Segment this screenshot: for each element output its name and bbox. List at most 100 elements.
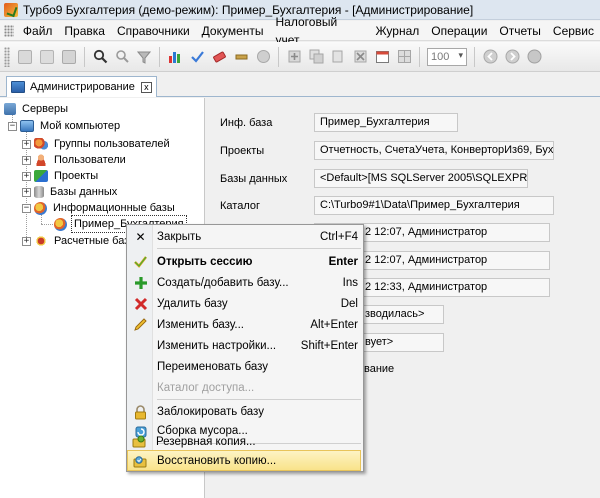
toolbar-filter-button[interactable] <box>135 48 153 66</box>
menu-item-label: Изменить настройки... <box>157 339 277 352</box>
tree-node-label: Серверы <box>22 103 69 115</box>
tree-node-label: Базы данных <box>50 186 118 198</box>
toolbar-search-next-button[interactable] <box>113 48 131 66</box>
tree-node-servers[interactable]: Серверы <box>4 101 70 117</box>
tree-node-databases[interactable]: + Базы данных <box>22 184 119 200</box>
delete-icon <box>133 296 148 311</box>
toolbar-refresh-button[interactable] <box>525 48 543 66</box>
infobase-label: Инф. база <box>220 117 273 129</box>
menu-file[interactable]: Файл <box>17 22 59 40</box>
toolbar-eraser-button[interactable] <box>210 48 228 66</box>
menu-edit[interactable]: Правка <box>58 22 111 40</box>
menu-item-create-base[interactable]: Создать/добавить базу... Ins <box>128 272 362 293</box>
menu-item-rename-base[interactable]: Переименовать базу <box>128 356 362 377</box>
toolbar-add-button[interactable] <box>285 48 303 66</box>
menu-item-label: Переименовать базу <box>157 360 268 373</box>
grid-icon <box>397 50 411 63</box>
calendar-icon <box>375 51 389 63</box>
servers-icon <box>4 103 16 115</box>
copy-icon <box>332 50 342 63</box>
menu-documents[interactable]: Документы <box>196 22 270 40</box>
menu-item-backup[interactable]: Резервная копия... <box>127 431 361 452</box>
toolbar-forward-button[interactable] <box>503 48 521 66</box>
toolbar-back-button[interactable] <box>481 48 499 66</box>
paste-icon <box>62 49 76 64</box>
tree-node-my-computer[interactable]: − Мой компьютер <box>8 118 122 134</box>
menu-operations[interactable]: Операции <box>425 22 493 40</box>
tree-node-infobases[interactable]: − Информационные базы <box>22 200 177 216</box>
toolbar-grip-icon[interactable] <box>4 46 10 67</box>
user-groups-icon <box>34 138 48 150</box>
search-icon <box>93 49 107 64</box>
menu-item-edit-base[interactable]: Изменить базу... Alt+Enter <box>128 314 362 335</box>
menu-item-edit-settings[interactable]: Изменить настройки... Shift+Enter <box>128 335 362 356</box>
tree-node-user-groups[interactable]: + Группы пользователей <box>22 136 172 152</box>
menu-separator <box>157 248 361 249</box>
toolbar-check-button[interactable] <box>188 48 206 66</box>
toolbar-new-button[interactable] <box>16 48 34 66</box>
menu-item-label: Восстановить копию... <box>157 454 277 467</box>
refresh-icon <box>527 49 541 64</box>
duplicate-icon <box>309 49 323 64</box>
menu-item-close[interactable]: ✕ Закрыть Ctrl+F4 <box>128 226 362 247</box>
menu-item-open-session[interactable]: Открыть сессию Enter <box>128 251 362 272</box>
expand-toggle[interactable]: + <box>22 187 31 197</box>
projects-label: Проекты <box>220 145 265 157</box>
backup-icon <box>132 434 147 449</box>
tree-node-users[interactable]: + Пользователи <box>22 152 128 168</box>
databases-value: <Default>[MS SQLServer 2005\SQLEXPRESS] <box>314 169 528 188</box>
toolbar-search-button[interactable] <box>91 48 109 66</box>
toolbar-chart-button[interactable] <box>166 48 184 66</box>
toolbar-delete-button[interactable] <box>351 48 369 66</box>
databases-label: Базы данных <box>220 173 288 185</box>
tab-administration[interactable]: Администрирование x <box>6 76 157 97</box>
toolbar-grid-button[interactable] <box>395 48 413 66</box>
menu-item-restore-backup[interactable]: Восстановить копию... <box>127 450 361 471</box>
menu-service[interactable]: Сервис <box>547 22 600 40</box>
toolbar-stop-button[interactable] <box>254 48 272 66</box>
expand-toggle[interactable]: + <box>22 139 31 149</box>
add-icon <box>288 50 300 63</box>
tab-close-button[interactable]: x <box>140 81 152 93</box>
app-logo-icon <box>4 2 18 17</box>
edit-icon <box>133 317 148 332</box>
restore-icon <box>133 454 148 469</box>
menu-item-shortcut: Del <box>340 297 358 310</box>
toolbar-tools-button[interactable] <box>232 48 250 66</box>
zoom-select[interactable]: 100 <box>427 47 467 66</box>
expand-toggle[interactable]: + <box>22 236 31 246</box>
menu-references[interactable]: Справочники <box>111 22 196 40</box>
menu-reports[interactable]: Отчеты <box>493 22 546 40</box>
tree-node-label: Пользователи <box>54 154 126 166</box>
toolbar-copy2-button[interactable] <box>329 48 347 66</box>
stop-icon <box>256 50 270 63</box>
projects-value: Отчетность, СчетаУчета, КонверторИз69, Б… <box>314 141 554 160</box>
menu-item-delete-base[interactable]: Удалить базу Del <box>128 293 362 314</box>
menu-item-label: Закрыть <box>157 230 202 243</box>
menu-item-shortcut: Ins <box>342 276 358 289</box>
expand-toggle[interactable]: + <box>22 155 31 165</box>
toolbar-copy-button[interactable] <box>38 48 56 66</box>
menu-item-shortcut: Enter <box>328 255 358 268</box>
delete-icon <box>354 50 366 63</box>
collapse-toggle[interactable]: − <box>22 203 31 213</box>
menu-item-shortcut: Shift+Enter <box>300 339 358 352</box>
menubar-grip-icon[interactable] <box>4 24 14 37</box>
toolbar-duplicate-button[interactable] <box>307 48 325 66</box>
infobase-value: Пример_Бухгалтерия <box>314 113 458 132</box>
catalog-value: C:\Turbo9#1\Data\Пример_Бухгалтерия <box>314 196 554 215</box>
menu-journal[interactable]: Журнал <box>369 22 425 40</box>
toolbar-calendar-button[interactable] <box>373 48 391 66</box>
toolbar-paste-button[interactable] <box>60 48 78 66</box>
chart-icon <box>168 52 180 63</box>
menu-item-lock-base[interactable]: Заблокировать базу <box>128 402 362 422</box>
toolbar-separator <box>84 46 85 67</box>
collapse-toggle[interactable]: − <box>8 121 17 131</box>
toolbar-separator <box>278 46 279 67</box>
menu-item-access-catalog[interactable]: Каталог доступа... <box>128 377 362 398</box>
expand-toggle[interactable]: + <box>22 171 31 181</box>
tree-node-projects[interactable]: + Проекты <box>22 168 100 184</box>
search-next-icon <box>115 50 129 63</box>
eraser-icon <box>212 51 226 63</box>
tree-node-calc-bases[interactable]: + Расчетные базы <box>22 233 139 249</box>
